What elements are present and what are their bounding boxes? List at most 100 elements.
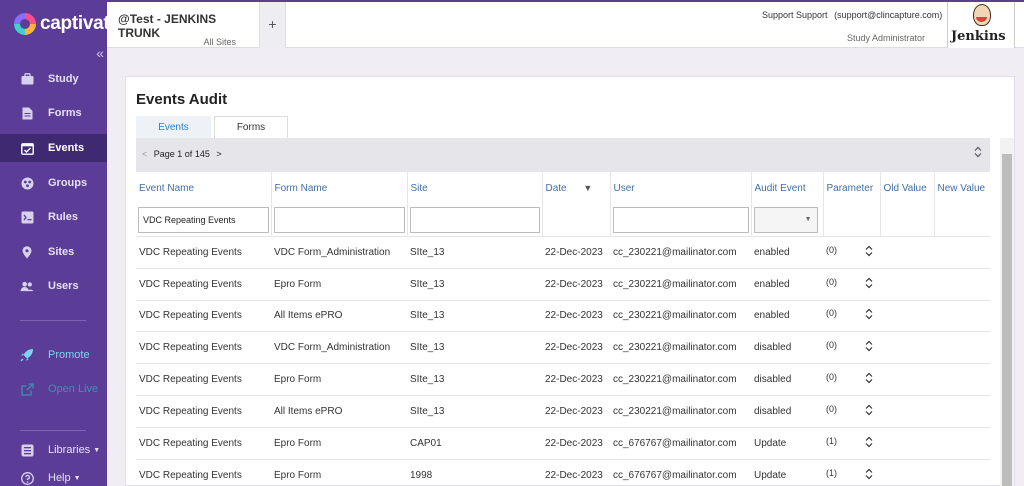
collapse-sidebar-icon[interactable]: « xyxy=(96,45,104,61)
event-name-cell: VDC Repeating Events xyxy=(136,426,271,460)
audit-event-filter-select[interactable] xyxy=(753,207,818,233)
user-name: Support Support xyxy=(762,10,828,20)
help-menu[interactable]: Help ▼ xyxy=(0,464,107,486)
form-name-cell: Epro Form xyxy=(271,267,407,301)
sidebar-item-study[interactable]: Study xyxy=(0,65,107,93)
calendar-check-icon xyxy=(20,141,34,155)
next-page-button[interactable]: > xyxy=(216,149,221,159)
table-row: VDC Repeating Events Epro Form SIte_13 22-D… xyxy=(136,267,990,301)
groups-icon xyxy=(20,176,34,190)
jenkins-butler-icon xyxy=(973,4,991,26)
jenkins-logo[interactable]: Jenkins xyxy=(947,2,1015,48)
column-header-site[interactable]: Site xyxy=(407,172,543,204)
open-live-label: Open Live xyxy=(48,383,99,395)
expand-row-icon[interactable] xyxy=(865,245,873,259)
parameter-cell: (0) xyxy=(823,299,880,332)
user-cell: cc_676767@mailinator.com xyxy=(610,458,751,486)
new-value-cell xyxy=(934,458,990,486)
column-header-user[interactable]: User xyxy=(610,172,752,204)
parameter-value: (0) xyxy=(826,244,837,255)
parameter-cell: (0) xyxy=(823,267,880,301)
form-name-cell: Epro Form xyxy=(271,426,407,460)
site-cell: SIte_13 xyxy=(407,299,542,332)
date-cell: 22-Dec-2023 xyxy=(542,426,610,460)
column-header-form-name[interactable]: Form Name xyxy=(271,172,408,204)
sidebar-item-forms[interactable]: Forms xyxy=(0,99,107,127)
sidebar: captivate « Study Forms Events Groups Ru… xyxy=(0,0,120,486)
event-name-cell: VDC Repeating Events xyxy=(136,363,271,396)
form-name-filter[interactable] xyxy=(273,207,405,233)
tab-forms[interactable]: Forms xyxy=(214,116,288,138)
site-cell: 1998 xyxy=(407,458,542,486)
open-live-button[interactable]: Open Live xyxy=(0,375,107,403)
column-header-parameter[interactable]: Parameter xyxy=(823,172,881,204)
site-label: All Sites xyxy=(203,37,236,47)
promote-button[interactable]: Promote xyxy=(0,341,107,369)
sidebar-item-events[interactable]: Events xyxy=(0,134,107,162)
parameter-value: (0) xyxy=(826,403,837,414)
sidebar-item-groups[interactable]: Groups xyxy=(0,169,107,197)
study-tab[interactable]: @Test - JENKINS TRUNK All Sites xyxy=(107,2,260,48)
jenkins-label: Jenkins xyxy=(951,29,1006,44)
new-value-cell xyxy=(934,363,990,396)
expand-row-icon[interactable] xyxy=(865,340,873,354)
help-label: Help xyxy=(48,472,71,484)
top-bar: @Test - JENKINS TRUNK All Sites + Suppor… xyxy=(107,0,1024,48)
sidebar-item-label: Sites xyxy=(48,246,75,258)
column-header-old-value[interactable]: Old Value xyxy=(880,172,935,204)
parameter-cell: (0) xyxy=(823,394,880,428)
expand-row-icon[interactable] xyxy=(865,468,873,482)
user-info[interactable]: Support Support (support@clincapture.com… xyxy=(762,10,942,20)
scrollbar-thumb[interactable] xyxy=(1002,154,1012,486)
expand-row-icon[interactable] xyxy=(865,404,873,418)
briefcase-icon xyxy=(20,72,34,86)
new-value-cell xyxy=(934,394,990,428)
caret-down-icon: ▼ xyxy=(93,446,101,454)
date-cell: 22-Dec-2023 xyxy=(542,458,610,486)
event-name-cell: VDC Repeating Events xyxy=(136,331,271,364)
column-header-audit-event[interactable]: Audit Event xyxy=(751,172,824,204)
old-value-cell xyxy=(880,236,934,269)
sidebar-item-label: Forms xyxy=(48,107,82,119)
audit-event-cell: enabled xyxy=(751,236,823,269)
filter-row xyxy=(136,204,990,237)
sidebar-item-label: Groups xyxy=(48,177,88,189)
column-header-event-name[interactable]: Event Name xyxy=(136,172,272,204)
page-indicator: Page 1 of 145 xyxy=(153,149,210,159)
user-cell: cc_230221@mailinator.com xyxy=(610,363,751,396)
expand-row-icon[interactable] xyxy=(865,308,873,322)
table-row: VDC Repeating Events VDC Form_Administrat… xyxy=(136,236,990,269)
column-header-new-value[interactable]: New Value xyxy=(934,172,990,204)
parameter-cell: (1) xyxy=(823,426,880,460)
user-filter[interactable] xyxy=(612,207,749,233)
date-header-label: Date xyxy=(545,182,567,194)
sidebar-item-rules[interactable]: Rules xyxy=(0,203,107,231)
site-filter[interactable] xyxy=(409,207,540,233)
tab-events[interactable]: Events xyxy=(136,116,211,138)
expand-row-icon[interactable] xyxy=(865,277,873,291)
sidebar-item-sites[interactable]: Sites xyxy=(0,238,107,266)
column-header-date[interactable]: Date ▼ xyxy=(542,172,611,204)
event-name-filter[interactable] xyxy=(138,207,269,233)
sidebar-item-label: Users xyxy=(48,280,79,292)
old-value-cell xyxy=(880,299,934,332)
expand-row-icon[interactable] xyxy=(865,372,873,386)
expand-row-icon[interactable] xyxy=(865,436,873,450)
parameter-value: (1) xyxy=(826,435,837,446)
table-row: VDC Repeating Events Epro Form CAP01 22-Dec… xyxy=(136,426,990,460)
date-cell: 22-Dec-2023 xyxy=(542,299,610,332)
old-value-cell xyxy=(880,426,934,460)
table-row: VDC Repeating Events VDC Form_Administrat… xyxy=(136,331,990,364)
captivate-logo[interactable]: captivate xyxy=(14,13,120,35)
expand-collapse-icon[interactable] xyxy=(974,146,982,161)
add-study-tab-button[interactable]: + xyxy=(260,2,286,48)
vertical-scrollbar[interactable] xyxy=(1000,138,1014,486)
libraries-icon xyxy=(20,443,34,457)
audit-event-cell: disabled xyxy=(751,394,823,428)
libraries-menu[interactable]: Libraries ▼ xyxy=(0,436,107,464)
form-name-cell: Epro Form xyxy=(271,458,407,486)
old-value-cell xyxy=(880,394,934,428)
sidebar-item-users[interactable]: Users xyxy=(0,272,107,300)
prev-page-button[interactable]: < xyxy=(142,149,147,159)
external-link-icon xyxy=(20,382,34,396)
